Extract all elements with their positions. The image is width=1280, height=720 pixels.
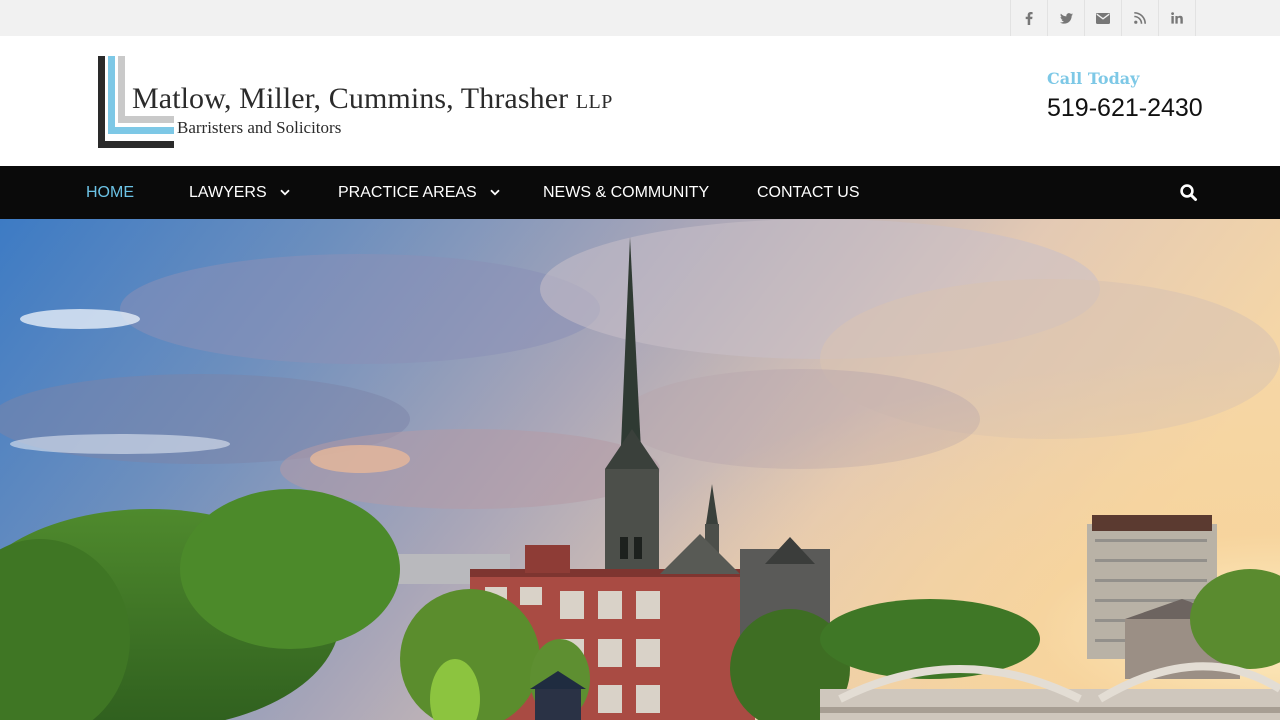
top-bar [0,0,1280,36]
rss-icon [1134,12,1146,24]
linkedin-link[interactable] [1159,0,1196,36]
nav-item-label: LAWYERS [189,183,267,201]
site-header: Matlow, Miller, Cummins, Thrasher LLP Ba… [0,36,1280,166]
linkedin-icon [1171,12,1183,24]
twitter-link[interactable] [1048,0,1085,36]
facebook-icon [1025,11,1033,25]
email-link[interactable] [1085,0,1122,36]
firm-suffix: LLP [575,91,613,113]
nav-item-home[interactable]: HOME [86,166,134,219]
rss-link[interactable] [1122,0,1159,36]
search-icon [1180,184,1197,201]
firm-tagline: Barristers and Solicitors [177,118,342,137]
chevron-down-icon [280,189,290,196]
nav-item-label: PRACTICE AREAS [338,183,477,201]
facebook-link[interactable] [1011,0,1048,36]
nav-item-label: HOME [86,183,134,201]
twitter-icon [1059,12,1073,24]
nav-item-news-community[interactable]: NEWS & COMMUNITY [543,166,709,219]
search-button[interactable] [1179,183,1199,203]
main-nav: HOME LAWYERS PRACTICE AREAS NEWS & COMMU… [0,166,1280,219]
firm-name: Matlow, Miller, Cummins, Thrasher LLP [132,82,613,116]
nav-item-lawyers[interactable]: LAWYERS [189,166,290,219]
nav-item-practice-areas[interactable]: PRACTICE AREAS [338,166,500,219]
nav-item-label: CONTACT US [757,183,860,201]
call-today-label: Call Today [1047,69,1140,88]
hero-image [0,219,1280,720]
nav-item-label: NEWS & COMMUNITY [543,183,710,201]
email-icon [1096,12,1110,24]
firm-name-text: Matlow, Miller, Cummins, Thrasher [132,82,569,115]
social-links [1010,0,1196,36]
chevron-down-icon [490,189,500,196]
phone-number-link[interactable]: 519-621-2430 [1047,94,1203,123]
firm-logo[interactable]: Matlow, Miller, Cummins, Thrasher LLP Ba… [98,56,638,148]
nav-item-contact-us[interactable]: CONTACT US [757,166,860,219]
city-skyline-photo [0,219,1280,720]
